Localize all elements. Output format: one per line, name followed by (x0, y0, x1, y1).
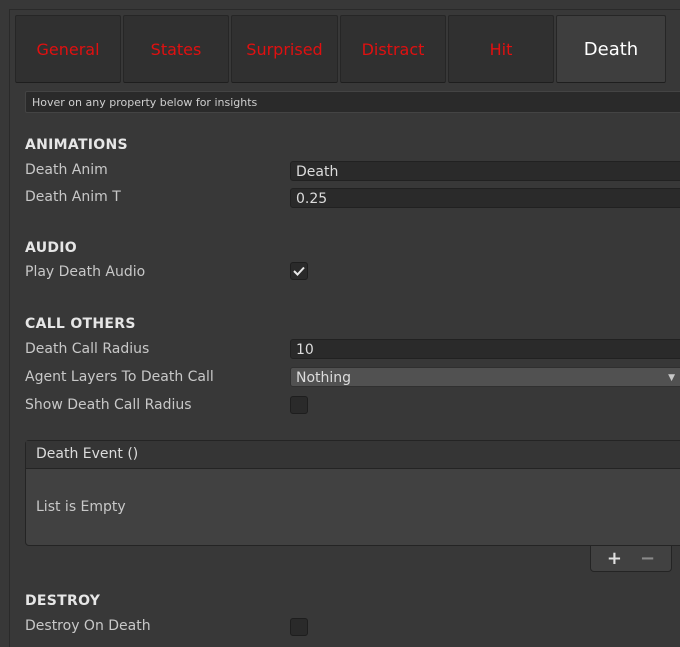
checkmark-icon (293, 266, 305, 276)
tab-bar: General States Surprised Distract Hit De… (15, 15, 680, 87)
death-anim-field[interactable]: Death (290, 161, 680, 181)
section-destroy-title: DESTROY (25, 593, 101, 609)
list-empty-text: List is Empty (36, 499, 126, 515)
add-item-button[interactable]: + (607, 548, 622, 569)
insights-hint: Hover on any property below for insights (25, 91, 680, 113)
death-event-header: Death Event () (26, 441, 680, 469)
tab-surprised[interactable]: Surprised (231, 15, 338, 83)
death-anim-t-field[interactable]: 0.25 (290, 188, 680, 208)
death-call-radius-field[interactable]: 10 (290, 339, 680, 359)
agent-layers-value: Nothing (296, 370, 352, 386)
death-call-radius-label: Death Call Radius (25, 341, 150, 357)
show-death-call-radius-label: Show Death Call Radius (25, 397, 192, 413)
list-add-remove-controls: + − (590, 546, 672, 572)
play-death-audio-label: Play Death Audio (25, 264, 146, 280)
agent-layers-dropdown[interactable]: Nothing ▼ (290, 367, 680, 387)
section-audio-title: AUDIO (25, 240, 78, 256)
show-death-call-radius-checkbox[interactable] (290, 396, 308, 414)
death-anim-t-label: Death Anim T (25, 189, 121, 205)
destroy-on-death-label: Destroy On Death (25, 618, 151, 634)
section-animations-title: ANIMATIONS (25, 137, 128, 153)
tab-death[interactable]: Death (556, 15, 666, 83)
chevron-down-icon: ▼ (668, 373, 675, 383)
tab-general[interactable]: General (15, 15, 121, 83)
death-event-list: Death Event () List is Empty (25, 440, 680, 546)
destroy-on-death-checkbox[interactable] (290, 618, 308, 636)
remove-item-button[interactable]: − (640, 548, 655, 569)
tab-hit[interactable]: Hit (448, 15, 554, 83)
play-death-audio-checkbox[interactable] (290, 262, 308, 280)
tab-distract[interactable]: Distract (340, 15, 446, 83)
section-call-others-title: CALL OTHERS (25, 316, 136, 332)
tab-states[interactable]: States (123, 15, 229, 83)
death-anim-label: Death Anim (25, 162, 108, 178)
agent-layers-label: Agent Layers To Death Call (25, 369, 214, 385)
